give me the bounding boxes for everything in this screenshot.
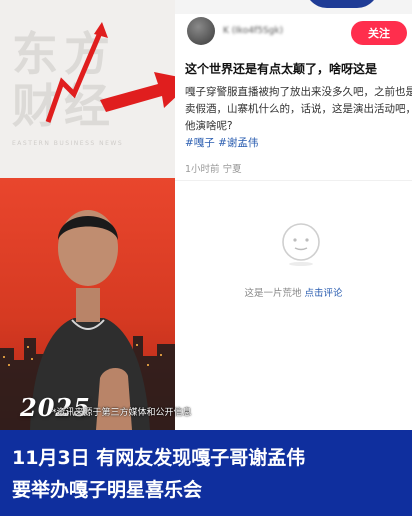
post-title: 这个世界还是有点太颠了，啥呀这是 — [185, 62, 378, 76]
avatar[interactable] — [187, 17, 215, 45]
caption-line-2: 要举办嘎子明星喜乐会 — [12, 479, 203, 501]
empty-comments-text: 这是一片荒地 点击评论 — [175, 285, 412, 299]
social-post-card: K (Iko4f5Sgk) 关注 这个世界还是有点太颠了，啥呀这是 嘎子穿警服直… — [175, 0, 412, 430]
post-meta: 1小时前 宁夏 — [185, 164, 242, 175]
source-disclaimer: *资讯来源于第三方媒体和公开信息 — [52, 408, 192, 418]
event-poster: 2025 — [0, 178, 175, 430]
card-top-strip — [175, 0, 412, 14]
caption-line-1: 11月3日 有网友发现嘎子哥谢孟伟 — [12, 447, 306, 469]
empty-comments-label: 这是一片荒地 — [244, 288, 302, 299]
news-caption-banner: 11月3日 有网友发现嘎子哥谢孟伟 要举办嘎子明星喜乐会 — [0, 430, 412, 516]
username[interactable]: K (Iko4f5Sgk) — [223, 26, 283, 36]
divider — [175, 180, 412, 181]
empty-comments-icon — [282, 223, 320, 266]
post-body: 嘎子穿警服直播被拘了放出来没多久吧，之前也是卖假酒，山寨机什么的，话说，这是演出… — [185, 86, 412, 132]
post-tags[interactable]: #嘎子 #谢孟伟 — [185, 135, 258, 150]
comment-link[interactable]: 点击评论 — [305, 288, 343, 299]
follow-button[interactable]: 关注 — [351, 21, 407, 45]
logo-subtitle: EASTERN BUSINESS NEWS — [12, 140, 124, 147]
